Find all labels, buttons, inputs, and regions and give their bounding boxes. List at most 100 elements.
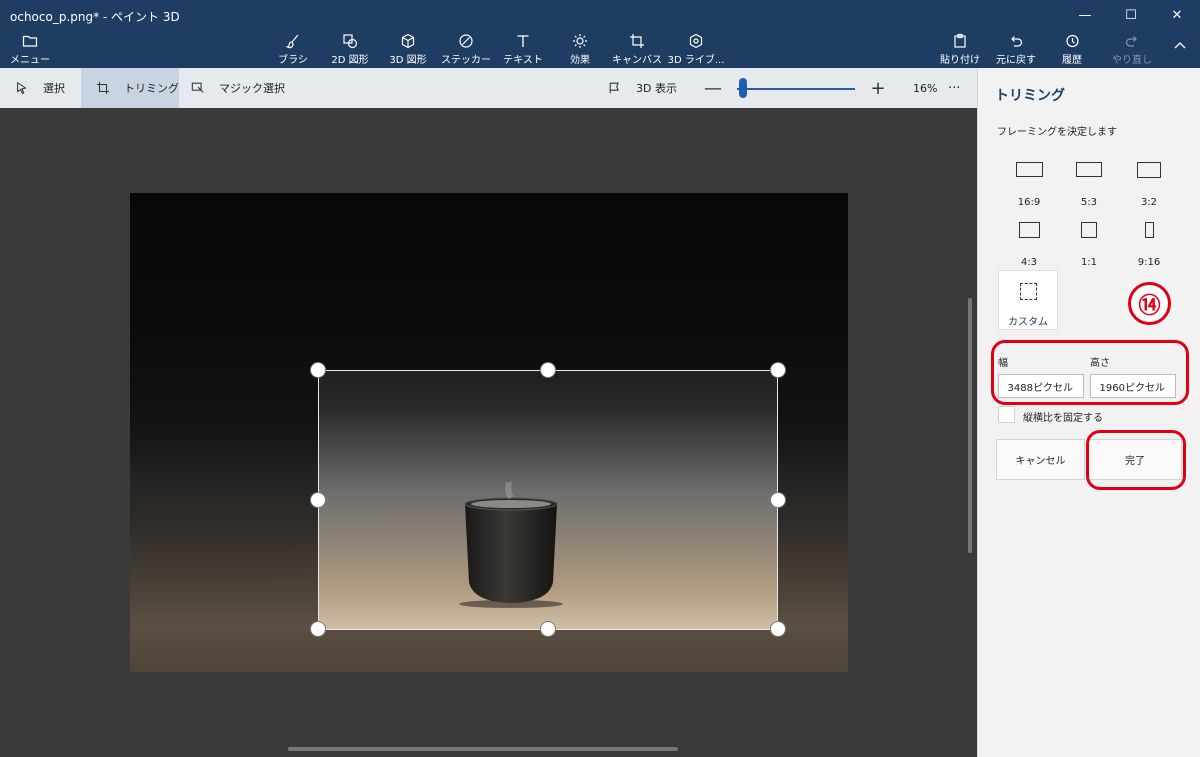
annotation-highlight-size (991, 340, 1189, 405)
tool-3d-library-label: 3D ライブ... (667, 55, 725, 66)
3d-view-toggle[interactable]: 3D 表示 (608, 68, 678, 108)
vertical-scrollbar[interactable] (968, 298, 972, 553)
collapse-ribbon-button[interactable] (1170, 30, 1190, 68)
3d-view-icon (609, 82, 619, 94)
tool-effects-label: 効果 (570, 55, 590, 66)
ratio-9-16[interactable]: 9:16 (1118, 218, 1180, 280)
tool-text-label: テキスト (503, 55, 543, 66)
ratio-16-9-icon (1015, 162, 1043, 177)
undo-icon (1011, 36, 1023, 47)
more-options-button[interactable]: ··· (948, 68, 968, 108)
ratio-4-3-label: 4:3 (1020, 257, 1038, 268)
paste-button[interactable]: 貼り付け (940, 30, 980, 68)
cursor-icon (17, 81, 27, 95)
3d-library-icon (689, 33, 703, 49)
canvas-area[interactable] (0, 108, 977, 757)
zoom-slider-track[interactable] (737, 88, 855, 90)
custom-ratio-icon (1019, 283, 1037, 300)
undo-label: 元に戻す (996, 55, 1036, 66)
ratio-custom-label: カスタム (1008, 317, 1048, 328)
tool-sticker-label: ステッカー (441, 55, 491, 66)
tool-sticker[interactable]: ステッカー (441, 30, 491, 68)
horizontal-scrollbar[interactable] (288, 747, 678, 751)
ratio-1-1-icon (1081, 222, 1097, 238)
history-button[interactable]: 履歴 (1058, 30, 1086, 68)
menu-button[interactable]: メニュー (10, 30, 50, 68)
ratio-5-3-label: 5:3 (1080, 197, 1098, 208)
tool-text[interactable]: テキスト (503, 30, 543, 68)
image-inside-crop (319, 371, 777, 629)
tool-3d-library[interactable]: 3D ライブ... (668, 30, 724, 68)
ratio-custom[interactable]: カスタム (998, 270, 1058, 330)
zoom-level: 16% (913, 81, 938, 95)
crop-handle-right[interactable] (770, 492, 786, 508)
zoom-out-button[interactable]: — (703, 78, 723, 99)
tool-canvas[interactable]: キャンバス (612, 30, 662, 68)
magic-select-button[interactable]: マジック選択 (191, 68, 291, 108)
ratio-1-1[interactable]: 1:1 (1058, 218, 1120, 280)
window-title: ochoco_p.png* - ペイント 3D (10, 10, 180, 24)
brush-icon (285, 34, 299, 49)
canvas-icon (630, 34, 644, 48)
ratio-9-16-icon (1144, 222, 1154, 238)
chevron-up-icon (1174, 42, 1186, 49)
title-bar: ochoco_p.png* - ペイント 3D — ☐ ✕ (0, 0, 1200, 30)
crop-tool-button[interactable]: トリミング (81, 68, 179, 108)
magic-select-icon (191, 82, 204, 93)
ratio-3-2-label: 3:2 (1140, 197, 1158, 208)
crop-handle-bottom[interactable] (540, 621, 556, 637)
tool-2d-shapes[interactable]: 2D 図形 (330, 30, 370, 68)
minimize-button[interactable]: — (1062, 0, 1108, 30)
zoom-in-button[interactable]: + (868, 78, 888, 99)
crop-panel: トリミング フレーミングを決定します 16:9 5:3 3:2 4:3 1:1 … (977, 68, 1200, 757)
lock-aspect-checkbox[interactable] (998, 406, 1015, 423)
3d-shapes-icon (401, 33, 415, 49)
ratio-3-2[interactable]: 3:2 (1118, 158, 1180, 220)
history-label: 履歴 (1062, 55, 1082, 66)
close-button[interactable]: ✕ (1154, 0, 1200, 30)
image-canvas (130, 193, 848, 672)
crop-handle-top-left[interactable] (310, 362, 326, 378)
crop-handle-bottom-left[interactable] (310, 621, 326, 637)
menu-label: メニュー (10, 55, 50, 66)
2d-shapes-icon (343, 34, 358, 49)
ratio-9-16-label: 9:16 (1137, 257, 1161, 268)
magic-select-label: マジック選択 (219, 82, 285, 95)
annotation-highlight-done (1086, 430, 1186, 490)
annotation-step-number: ⑭ (1128, 282, 1171, 325)
window-controls: — ☐ ✕ (1062, 0, 1200, 30)
tool-brush[interactable]: ブラシ (278, 30, 308, 68)
ratio-5-3[interactable]: 5:3 (1058, 158, 1120, 220)
tool-effects[interactable]: 効果 (566, 30, 594, 68)
select-tool-label: 選択 (43, 82, 65, 95)
cancel-button[interactable]: キャンセル (996, 439, 1085, 480)
cup-image (459, 482, 563, 608)
maximize-button[interactable]: ☐ (1108, 0, 1154, 30)
tool-3d-shapes[interactable]: 3D 図形 (388, 30, 428, 68)
undo-button[interactable]: 元に戻す (996, 30, 1036, 68)
crop-tool-label: トリミング (124, 82, 179, 95)
tool-brush-label: ブラシ (278, 55, 308, 66)
ratio-3-2-icon (1137, 162, 1161, 178)
paste-icon (954, 33, 966, 48)
tool-canvas-label: キャンバス (612, 55, 662, 66)
ratio-16-9[interactable]: 16:9 (998, 158, 1060, 220)
redo-button[interactable]: やり直し (1112, 30, 1152, 68)
crop-handle-bottom-right[interactable] (770, 621, 786, 637)
3d-view-label: 3D 表示 (636, 82, 677, 95)
zoom-slider-thumb[interactable] (739, 78, 747, 98)
crop-handle-top-right[interactable] (770, 362, 786, 378)
ratio-16-9-label: 16:9 (1017, 197, 1041, 208)
crop-region[interactable] (318, 370, 778, 630)
folder-icon (22, 35, 38, 47)
paste-label: 貼り付け (940, 55, 980, 66)
select-tool-button[interactable]: 選択 (0, 68, 80, 108)
panel-subtitle: フレーミングを決定します (997, 127, 1117, 138)
sticker-icon (459, 34, 473, 48)
tool-3d-shapes-label: 3D 図形 (389, 55, 427, 66)
ribbon: メニュー ブラシ 2D 図形 3D 図形 ステッカー テキスト 効果 キャンバス… (0, 30, 1200, 68)
panel-title: トリミング (995, 88, 1065, 104)
crop-handle-left[interactable] (310, 492, 326, 508)
lock-aspect-label: 縦横比を固定する (1023, 413, 1103, 424)
crop-handle-top[interactable] (540, 362, 556, 378)
